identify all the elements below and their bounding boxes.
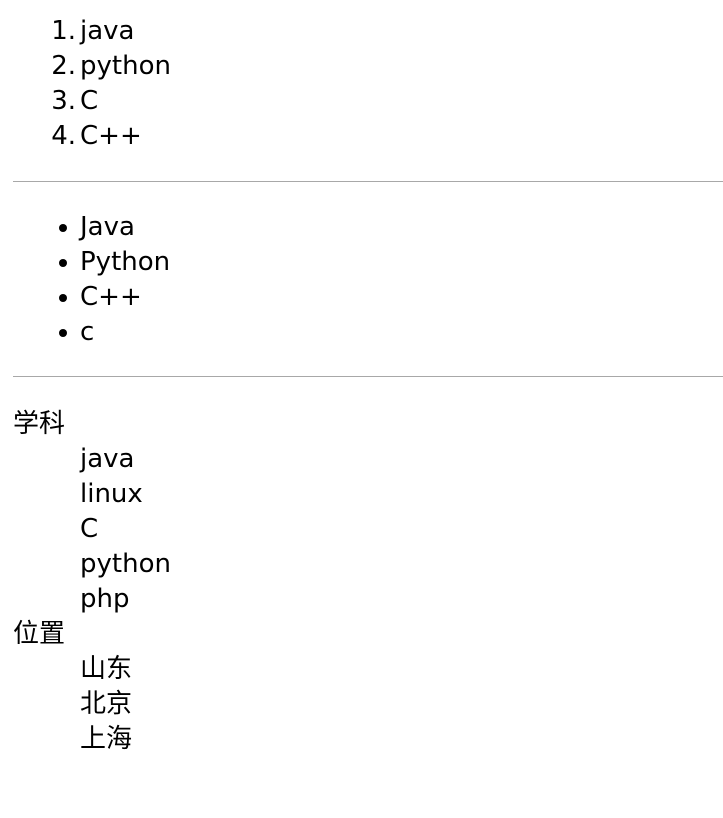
bullet-icon [59, 294, 67, 302]
horizontal-divider [13, 376, 723, 377]
list-number: 1. [51, 16, 76, 46]
list-number: 2. [51, 51, 76, 81]
definition-item: php [80, 584, 130, 614]
unordered-list: Java Python C++ c [13, 210, 723, 350]
definition-item: linux [80, 479, 143, 509]
list-item-label: C [80, 86, 99, 116]
list-number: 3. [51, 86, 76, 116]
list-item: C++ [59, 280, 723, 315]
list-item-label: Java [80, 212, 135, 242]
definition-term: 学科 [13, 409, 66, 439]
page: 1. java 2. python 3. C 4. C++ Java Python C+… [0, 0, 723, 757]
definition-item: 上海 [80, 724, 133, 754]
definition-item: python [80, 549, 171, 579]
horizontal-divider [13, 181, 723, 182]
list-item: 2. python [51, 49, 723, 84]
list-item-label: C++ [80, 282, 142, 312]
list-item-label: python [80, 51, 171, 81]
list-item-label: java [80, 16, 135, 46]
list-number: 4. [51, 121, 76, 151]
list-item: 3. C [51, 84, 723, 119]
definition-item: 山东 [80, 654, 133, 684]
list-item: 1. java [51, 14, 723, 49]
list-item-label: Python [80, 247, 171, 277]
list-item: c [59, 315, 723, 350]
bullet-icon [59, 224, 67, 232]
list-item-label: C++ [80, 121, 142, 151]
bullet-icon [59, 329, 67, 337]
list-item: 4. C++ [51, 119, 723, 154]
bullet-icon [59, 259, 67, 267]
definition-item: 北京 [80, 689, 133, 719]
ordered-list: 1. java 2. python 3. C 4. C++ [13, 14, 723, 154]
definition-item: java [80, 444, 135, 474]
definition-term: 位置 [13, 619, 66, 649]
definition-list: 学科 java linux C python php 位置 山东 北京 上海 [13, 407, 723, 757]
list-item-label: c [80, 317, 95, 347]
definition-item: C [80, 514, 99, 544]
list-item: Java [59, 210, 723, 245]
list-item: Python [59, 245, 723, 280]
